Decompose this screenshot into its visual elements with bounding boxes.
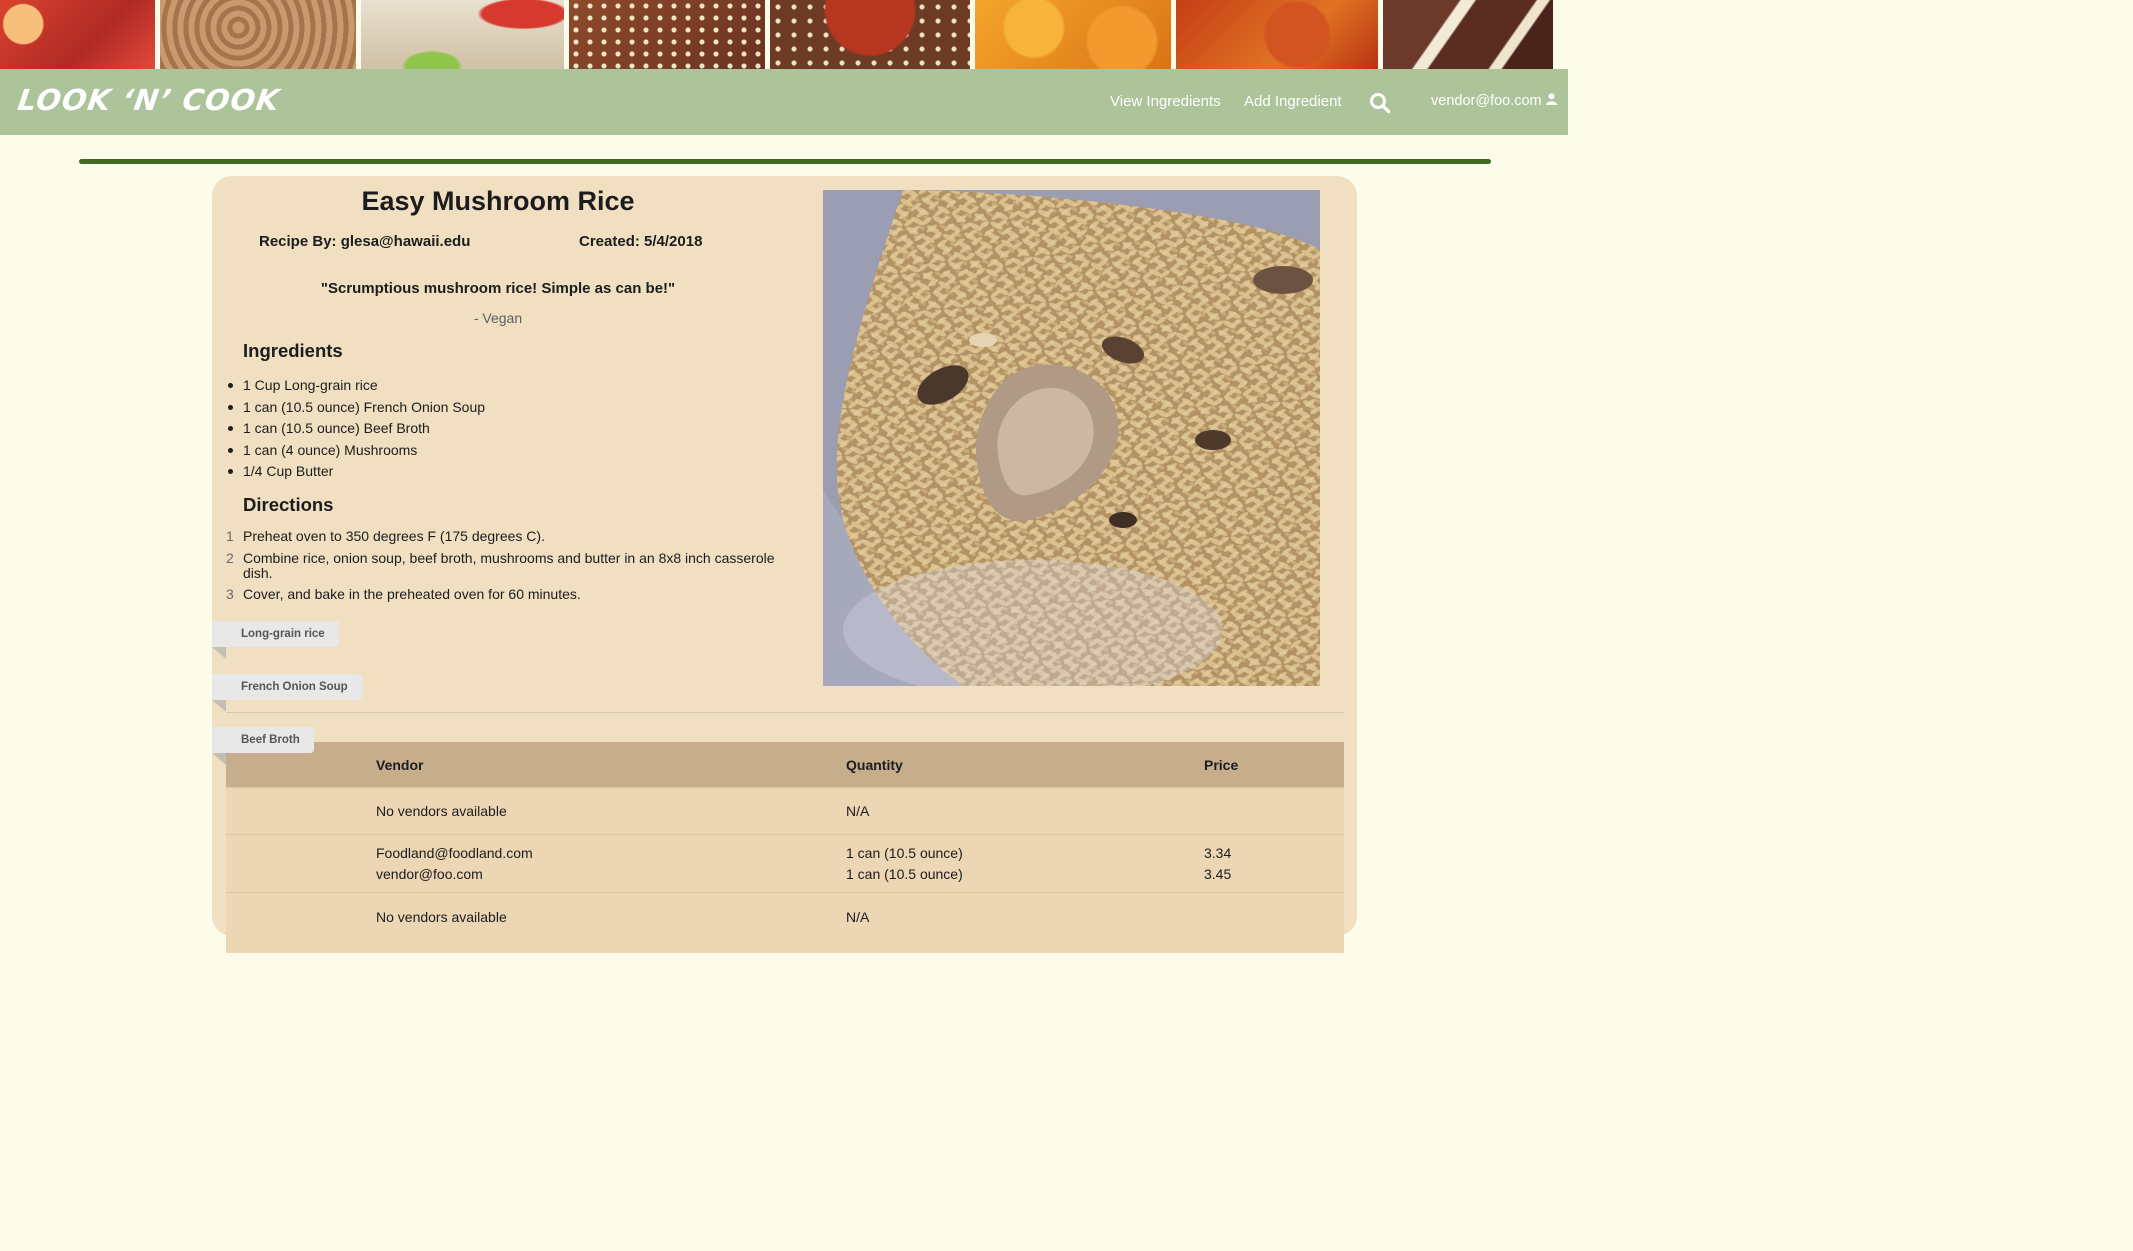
recipe-description: "Scrumptious mushroom rice! Simple as ca… (320, 280, 676, 297)
navbar: LOOK ‘N’ COOK View Ingredients Add Ingre… (0, 69, 1568, 135)
site-logo[interactable]: LOOK ‘N’ COOK (16, 83, 283, 117)
ingredient-item: 1 can (4 ounce) Mushrooms (227, 440, 485, 462)
vendor-table: Vendor Quantity Price No vendors availab… (226, 742, 1344, 953)
food-image-granola (569, 0, 765, 69)
step-number: 3 (226, 586, 234, 602)
ingredients-heading: Ingredients (243, 340, 343, 361)
search-icon[interactable] (1369, 92, 1391, 114)
table-row: No vendors available N/A (226, 787, 1344, 835)
add-ingredient-link[interactable]: Add Ingredient (1244, 93, 1342, 110)
food-image-salad (361, 0, 564, 69)
quantity-cell: 1 can (10.5 ounce) 1 can (10.5 ounce) (846, 834, 1204, 893)
direction-step: 3 Cover, and bake in the preheated oven … (226, 587, 786, 602)
table-header-row: Vendor Quantity Price (226, 742, 1344, 788)
step-number: 2 (226, 549, 234, 566)
recipe-photo (823, 190, 1320, 686)
ingredient-item: 1 can (10.5 ounce) French Onion Soup (227, 397, 485, 419)
ingredient-cell (226, 892, 376, 953)
user-icon (1545, 93, 1557, 109)
quantity-cell: N/A (846, 787, 1204, 835)
ingredients-list: 1 Cup Long-grain rice 1 can (10.5 ounce)… (227, 375, 485, 483)
food-image-mango (975, 0, 1171, 69)
recipe-title: Easy Mushroom Rice (361, 186, 635, 216)
price-cell (1204, 787, 1344, 835)
price-cell (1204, 892, 1344, 953)
quantity-value: 1 can (10.5 ounce) (846, 844, 963, 861)
header-price: Price (1204, 742, 1344, 788)
quantity-cell: N/A (846, 892, 1204, 953)
vendor-cell: No vendors available (376, 787, 846, 835)
price-value: 3.45 (1204, 865, 1232, 882)
user-menu[interactable]: vendor@foo.com (1431, 93, 1557, 109)
food-image-tomato (770, 0, 970, 69)
quantity-value: N/A (846, 802, 870, 819)
food-image-chocolate (1383, 0, 1553, 69)
ingredient-cell (226, 787, 376, 835)
food-image-fried (160, 0, 356, 69)
vendor-cell: Foodland@foodland.com vendor@foo.com (376, 834, 846, 893)
header-quantity: Quantity (846, 742, 1204, 788)
vendor-name: No vendors available (376, 802, 507, 819)
direction-step: 1 Preheat oven to 350 degrees F (175 deg… (226, 529, 786, 544)
recipe-created-date: Created: 5/4/2018 (579, 233, 703, 250)
food-image-strawberry (0, 0, 155, 69)
directions-heading: Directions (243, 494, 334, 515)
table-row: Foodland@foodland.com vendor@foo.com 1 c… (226, 834, 1344, 893)
recipe-card: Easy Mushroom Rice Recipe By: glesa@hawa… (212, 176, 1357, 953)
ingredient-item: 1 Cup Long-grain rice (227, 375, 485, 397)
ingredient-ribbon-label: Beef Broth (212, 727, 314, 765)
table-row: No vendors available N/A (226, 892, 1344, 953)
direction-step: 2 Combine rice, onion soup, beef broth, … (226, 549, 786, 581)
step-text: Cover, and bake in the preheated oven fo… (243, 586, 581, 602)
directions-list: 1 Preheat oven to 350 degrees F (175 deg… (226, 529, 786, 609)
vendor-name: vendor@foo.com (376, 865, 483, 882)
vendor-cell: No vendors available (376, 892, 846, 953)
quantity-value: N/A (846, 909, 870, 925)
food-image-curry (1176, 0, 1378, 69)
recipe-author: Recipe By: glesa@hawaii.edu (259, 233, 471, 250)
user-email: vendor@foo.com (1431, 93, 1542, 109)
section-divider (79, 159, 1491, 164)
ingredient-item: 1 can (10.5 ounce) Beef Broth (227, 418, 485, 440)
recipe-tags: - Vegan (473, 310, 523, 326)
ingredient-ribbon-label: French Onion Soup (212, 674, 362, 712)
food-banner (0, 0, 1568, 69)
price-value: 3.34 (1204, 844, 1232, 861)
ingredient-cell (226, 834, 376, 893)
ingredient-item: 1/4 Cup Butter (227, 461, 485, 483)
header-vendor: Vendor (376, 742, 846, 788)
vendor-name: Foodland@foodland.com (376, 844, 533, 861)
step-text: Preheat oven to 350 degrees F (175 degre… (243, 528, 545, 544)
step-number: 1 (226, 528, 234, 544)
card-divider (226, 712, 1344, 713)
quantity-value: 1 can (10.5 ounce) (846, 865, 963, 882)
vendor-name: No vendors available (376, 909, 507, 925)
view-ingredients-link[interactable]: View Ingredients (1110, 93, 1221, 110)
ingredient-ribbon-label: Long-grain rice (212, 621, 339, 659)
price-cell: 3.34 3.45 (1204, 834, 1344, 893)
step-text: Combine rice, onion soup, beef broth, mu… (243, 549, 775, 581)
